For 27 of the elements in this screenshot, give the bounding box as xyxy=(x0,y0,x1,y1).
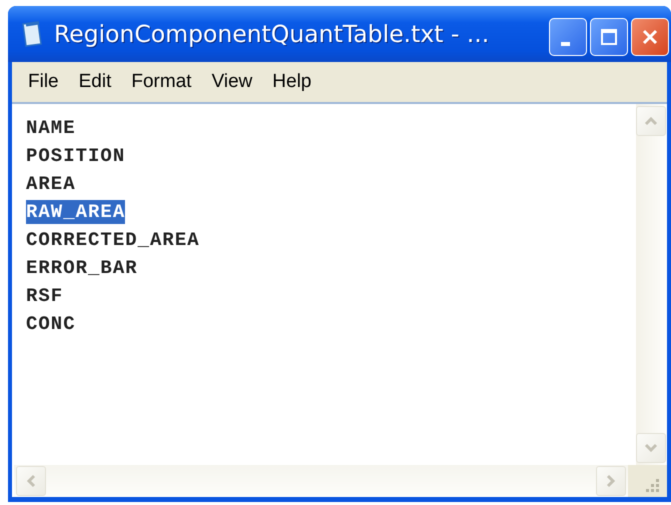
scroll-right-button[interactable] xyxy=(596,466,626,496)
text-line: POSITION xyxy=(26,144,126,168)
scroll-down-button[interactable] xyxy=(636,433,666,463)
vertical-scrollbar[interactable] xyxy=(636,104,667,465)
menu-item[interactable]: View xyxy=(206,71,266,93)
close-button[interactable] xyxy=(631,18,669,56)
minimize-button[interactable] xyxy=(549,18,587,56)
minimize-icon xyxy=(560,42,570,46)
horizontal-scrollbar[interactable] xyxy=(14,465,628,497)
resize-grip-icon[interactable] xyxy=(646,479,660,493)
window-title: RegionComponentQuantTable.txt - ... xyxy=(54,20,490,48)
text-line: NAME xyxy=(26,116,76,140)
text-line: CONC xyxy=(26,312,76,336)
maximize-button[interactable] xyxy=(590,18,628,56)
text-line: ERROR_BAR xyxy=(26,256,138,280)
scroll-left-button[interactable] xyxy=(16,466,46,496)
maximize-icon xyxy=(599,27,619,47)
menu-item[interactable]: File xyxy=(22,71,73,93)
text-line: RSF xyxy=(26,284,64,308)
text-line: AREA xyxy=(26,172,76,196)
notepad-icon xyxy=(20,20,44,48)
menu-item[interactable]: Format xyxy=(125,71,206,93)
text-line: CORRECTED_AREA xyxy=(26,228,200,252)
scroll-up-button[interactable] xyxy=(636,106,666,136)
menu-item[interactable]: Edit xyxy=(72,71,126,93)
close-icon xyxy=(640,27,660,47)
menu-item[interactable]: Help xyxy=(266,71,326,93)
